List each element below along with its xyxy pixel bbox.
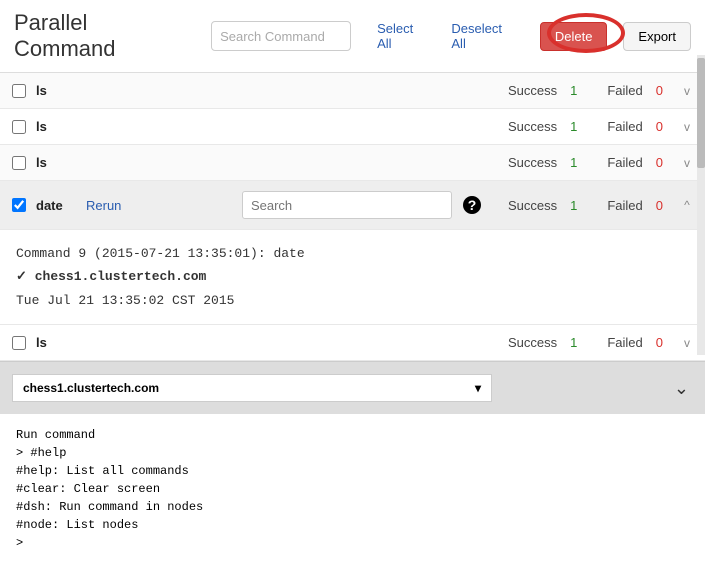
scrollbar-thumb[interactable] bbox=[697, 58, 705, 168]
dropdown-caret-icon: ▾ bbox=[475, 381, 481, 395]
success-count: 1 bbox=[570, 83, 577, 98]
row-checkbox[interactable] bbox=[12, 198, 26, 212]
host-selector[interactable]: chess1.clustertech.com ▾ bbox=[12, 374, 492, 402]
row-checkbox[interactable] bbox=[12, 336, 26, 350]
failed-label: Failed bbox=[607, 198, 642, 213]
command-row[interactable]: ls Success 1 Failed 0 v bbox=[0, 325, 705, 361]
command-name: ls bbox=[36, 335, 76, 350]
command-row[interactable]: date Rerun ? Success 1 Failed 0 ^ bbox=[0, 181, 705, 230]
failed-count: 0 bbox=[656, 119, 663, 134]
failed-label: Failed bbox=[607, 119, 642, 134]
detail-host: chess1.clustertech.com bbox=[35, 269, 207, 284]
failed-label: Failed bbox=[607, 155, 642, 170]
success-label: Success bbox=[508, 198, 557, 213]
failed-label: Failed bbox=[607, 335, 642, 350]
success-label: Success bbox=[508, 155, 557, 170]
failed-count: 0 bbox=[656, 83, 663, 98]
command-name: ls bbox=[36, 155, 76, 170]
page-title: Parallel Command bbox=[14, 10, 191, 62]
rerun-link[interactable]: Rerun bbox=[86, 198, 121, 213]
success-count: 1 bbox=[570, 119, 577, 134]
row-checkbox[interactable] bbox=[12, 84, 26, 98]
export-button[interactable]: Export bbox=[623, 22, 691, 51]
command-name: ls bbox=[36, 83, 76, 98]
terminal-output[interactable]: Run command > #help #help: List all comm… bbox=[0, 414, 705, 564]
success-count: 1 bbox=[570, 155, 577, 170]
detail-command-line: Command 9 (2015-07-21 13:35:01): date bbox=[16, 242, 689, 265]
failed-count: 0 bbox=[656, 198, 663, 213]
search-command-input[interactable] bbox=[211, 21, 351, 51]
bottom-panel: chess1.clustertech.com ▾ ⌄ Run command >… bbox=[0, 361, 705, 564]
detail-output: Tue Jul 21 13:35:02 CST 2015 bbox=[16, 289, 689, 312]
caret-icon[interactable]: v bbox=[681, 84, 693, 98]
command-name: date bbox=[36, 198, 76, 213]
svg-text:?: ? bbox=[468, 197, 477, 213]
failed-count: 0 bbox=[656, 335, 663, 350]
command-row[interactable]: ls Success 1 Failed 0 v bbox=[0, 145, 705, 181]
delete-button[interactable]: Delete bbox=[540, 22, 608, 51]
chevron-down-icon[interactable]: ⌄ bbox=[674, 378, 689, 399]
success-label: Success bbox=[508, 83, 557, 98]
command-name: ls bbox=[36, 119, 76, 134]
caret-icon[interactable]: v bbox=[681, 120, 693, 134]
success-label: Success bbox=[508, 335, 557, 350]
caret-icon[interactable]: ^ bbox=[681, 198, 693, 212]
command-detail-panel: Command 9 (2015-07-21 13:35:01): date ✓ … bbox=[0, 230, 705, 325]
command-row[interactable]: ls Success 1 Failed 0 v bbox=[0, 109, 705, 145]
success-count: 1 bbox=[570, 335, 577, 350]
help-icon[interactable]: ? bbox=[462, 195, 482, 215]
success-count: 1 bbox=[570, 198, 577, 213]
command-row[interactable]: ls Success 1 Failed 0 v bbox=[0, 73, 705, 109]
failed-count: 0 bbox=[656, 155, 663, 170]
caret-icon[interactable]: v bbox=[681, 336, 693, 350]
failed-label: Failed bbox=[607, 83, 642, 98]
deselect-all-link[interactable]: Deselect All bbox=[451, 21, 517, 51]
search-output-input[interactable] bbox=[242, 191, 452, 219]
host-selected-value: chess1.clustertech.com bbox=[23, 381, 159, 395]
row-checkbox[interactable] bbox=[12, 156, 26, 170]
select-all-link[interactable]: Select All bbox=[377, 21, 429, 51]
success-label: Success bbox=[508, 119, 557, 134]
row-checkbox[interactable] bbox=[12, 120, 26, 134]
caret-icon[interactable]: v bbox=[681, 156, 693, 170]
check-icon: ✓ bbox=[16, 269, 27, 284]
